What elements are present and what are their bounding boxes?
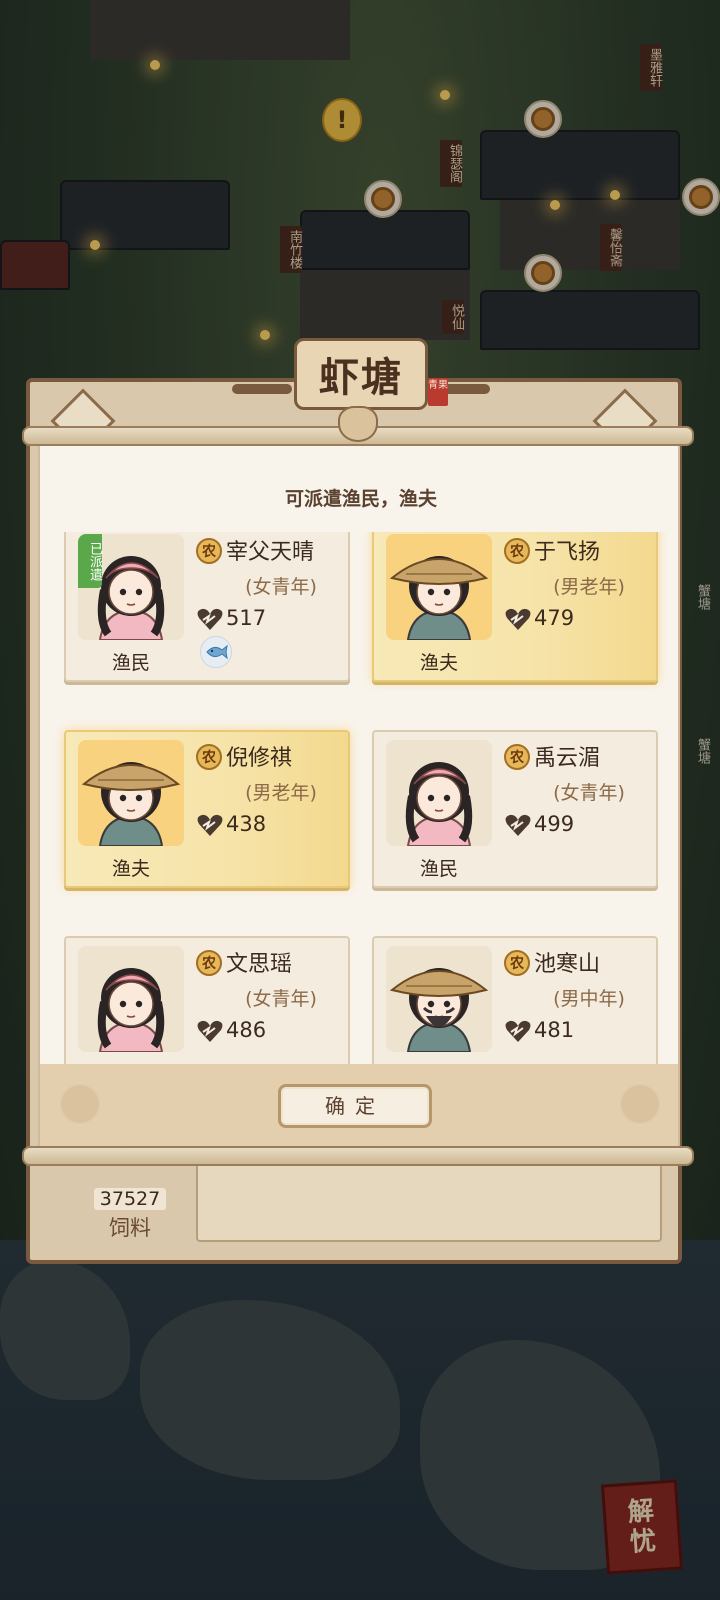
fish-skill-icon <box>200 636 232 668</box>
confirm-button[interactable]: 确定 <box>278 1084 432 1128</box>
worker-power: 486 <box>226 1018 267 1042</box>
worker-list[interactable]: 已派遣 渔民农宰父天晴 (女青年) 517 渔夫农于飞扬 (男老年) 479 渔夫农倪修祺 (男… <box>40 532 678 1064</box>
farming-skill-icon: 农 <box>504 744 530 770</box>
assigned-badge: 已派遣 <box>78 534 102 588</box>
worker-portrait <box>386 946 492 1052</box>
worker-portrait: 已派遣 <box>78 534 184 640</box>
worker-name: 宰父天晴 <box>226 540 315 565</box>
stamina-heart-icon <box>196 812 224 838</box>
stamina-heart-icon <box>504 812 532 838</box>
modal-subtitle: 可派遣渔民，渔夫 <box>284 488 437 510</box>
farming-skill-icon: 农 <box>196 538 222 564</box>
scroll-rod-bottom <box>22 1146 694 1166</box>
title-swirl-left <box>232 384 292 394</box>
worker-name: 文思瑶 <box>226 952 293 977</box>
worker-card[interactable]: 渔民 农禹云湄 (女青年) 499 <box>372 730 658 888</box>
worker-role: 渔夫 <box>111 858 150 880</box>
worker-age: (男老年) <box>553 576 625 598</box>
worker-card[interactable]: 渔夫 农于飞扬 (男老年) 479 <box>372 532 658 682</box>
worker-role: 渔民 <box>111 652 150 674</box>
feed-label: 饲料 <box>109 1216 151 1240</box>
scroll-knot-icon <box>338 406 378 442</box>
worker-power: 438 <box>226 812 267 836</box>
worker-portrait <box>386 740 492 846</box>
worker-portrait <box>78 946 184 1052</box>
panel-title-banner: 虾塘 <box>232 338 490 410</box>
worker-name: 禹云湄 <box>534 746 601 771</box>
farming-skill-icon: 农 <box>504 538 530 564</box>
worker-power: 499 <box>534 812 575 836</box>
farming-skill-icon: 农 <box>196 744 222 770</box>
red-seal-stamp: 青果 <box>428 378 448 406</box>
worker-power: 481 <box>534 1018 575 1042</box>
stamina-heart-icon <box>504 606 532 632</box>
worker-age: (男中年) <box>553 988 625 1010</box>
worker-name: 倪修祺 <box>226 746 293 771</box>
worker-role: 渔夫 <box>419 652 458 674</box>
worker-name: 池寒山 <box>534 952 601 977</box>
page-title: 虾塘 <box>294 338 428 410</box>
worker-portrait <box>386 534 492 640</box>
farming-skill-icon: 农 <box>504 950 530 976</box>
worker-card[interactable]: 已派遣渔民 农宰父天晴 (女青年) 517 <box>64 532 350 682</box>
worker-age: (女青年) <box>245 988 317 1010</box>
worker-name: 于飞扬 <box>534 540 601 565</box>
worker-age: (女青年) <box>245 576 317 598</box>
worker-card[interactable]: 渔夫 农倪修祺 (男老年) 438 <box>64 730 350 888</box>
worker-portrait <box>78 740 184 846</box>
worker-age: (男老年) <box>245 782 317 804</box>
modal-footer: 确定 <box>40 1064 678 1146</box>
worker-power: 517 <box>226 606 267 630</box>
stamina-heart-icon <box>196 1018 224 1044</box>
stamina-heart-icon <box>504 1018 532 1044</box>
worker-age: (女青年) <box>553 782 625 804</box>
stamina-heart-icon <box>196 606 224 632</box>
farming-skill-icon: 农 <box>196 950 222 976</box>
worker-card[interactable]: 渔民农文思瑶(女青年)486 <box>64 936 350 1064</box>
worker-power: 479 <box>534 606 575 630</box>
worker-card[interactable]: 渔夫农池寒山(男中年)481 <box>372 936 658 1064</box>
feed-resource: 37527 饲料 <box>80 1162 180 1252</box>
dispatch-modal: 可派遣渔民，渔夫 已派遣 渔民农宰父天晴 (女青年) 517 渔夫农于飞扬 (男老年) 47… <box>38 446 680 1146</box>
feed-count: 37527 <box>93 1188 167 1210</box>
worker-role: 渔民 <box>419 858 458 880</box>
